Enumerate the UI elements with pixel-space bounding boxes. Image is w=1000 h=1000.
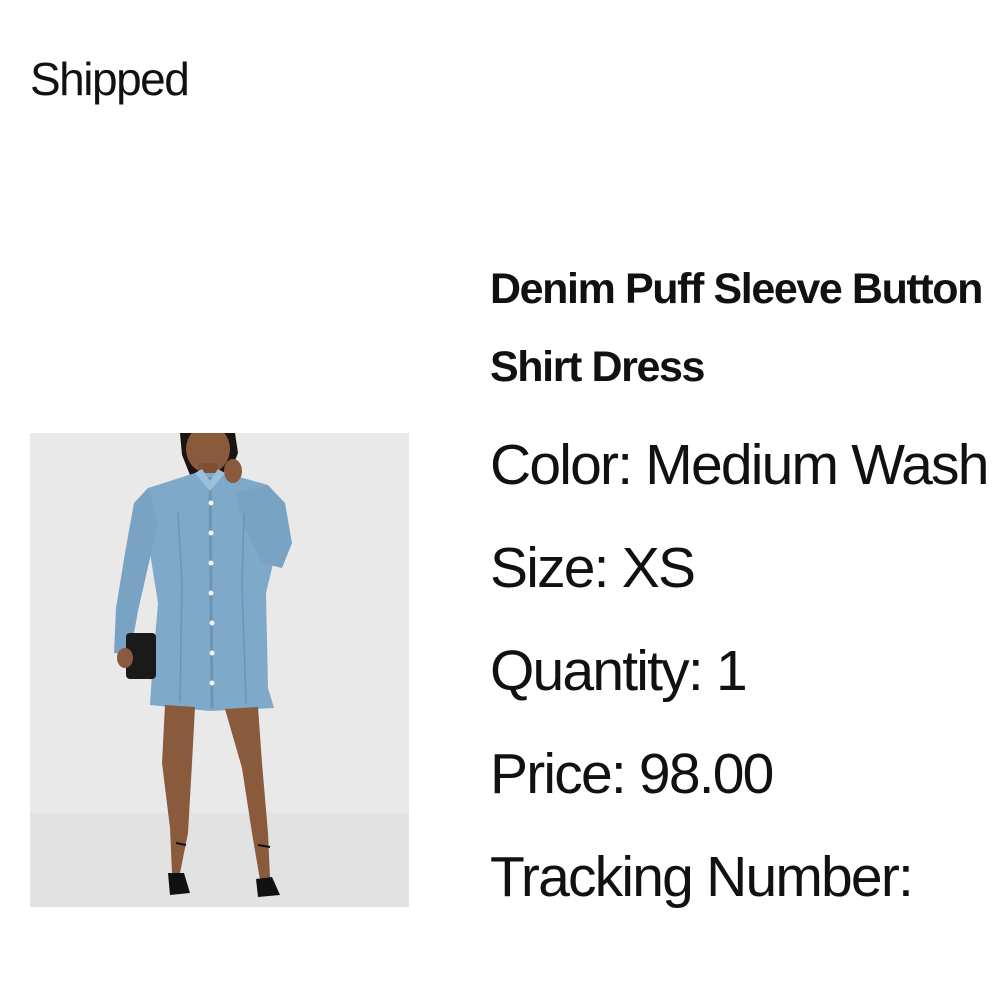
- product-price: Price: 98.00: [490, 742, 774, 806]
- product-name-line-2[interactable]: Shirt Dress: [490, 328, 1000, 406]
- product-color: Color: Medium Wash: [490, 433, 989, 497]
- product-size: Size: XS: [490, 536, 696, 600]
- order-status: Shipped: [30, 53, 190, 105]
- tracking-number: Tracking Number:: [490, 845, 914, 909]
- product-image[interactable]: [30, 433, 409, 907]
- product-details: Denim Puff Sleeve Button Shirt Dress Col…: [490, 250, 1000, 929]
- product-attributes: Color: Medium Wash Size: XS Quantity: 1 …: [490, 414, 1000, 929]
- product-name[interactable]: Denim Puff Sleeve Button Shirt Dress: [490, 250, 1000, 406]
- product-quantity: Quantity: 1: [490, 639, 748, 703]
- product-name-line-1[interactable]: Denim Puff Sleeve Button: [490, 250, 1000, 328]
